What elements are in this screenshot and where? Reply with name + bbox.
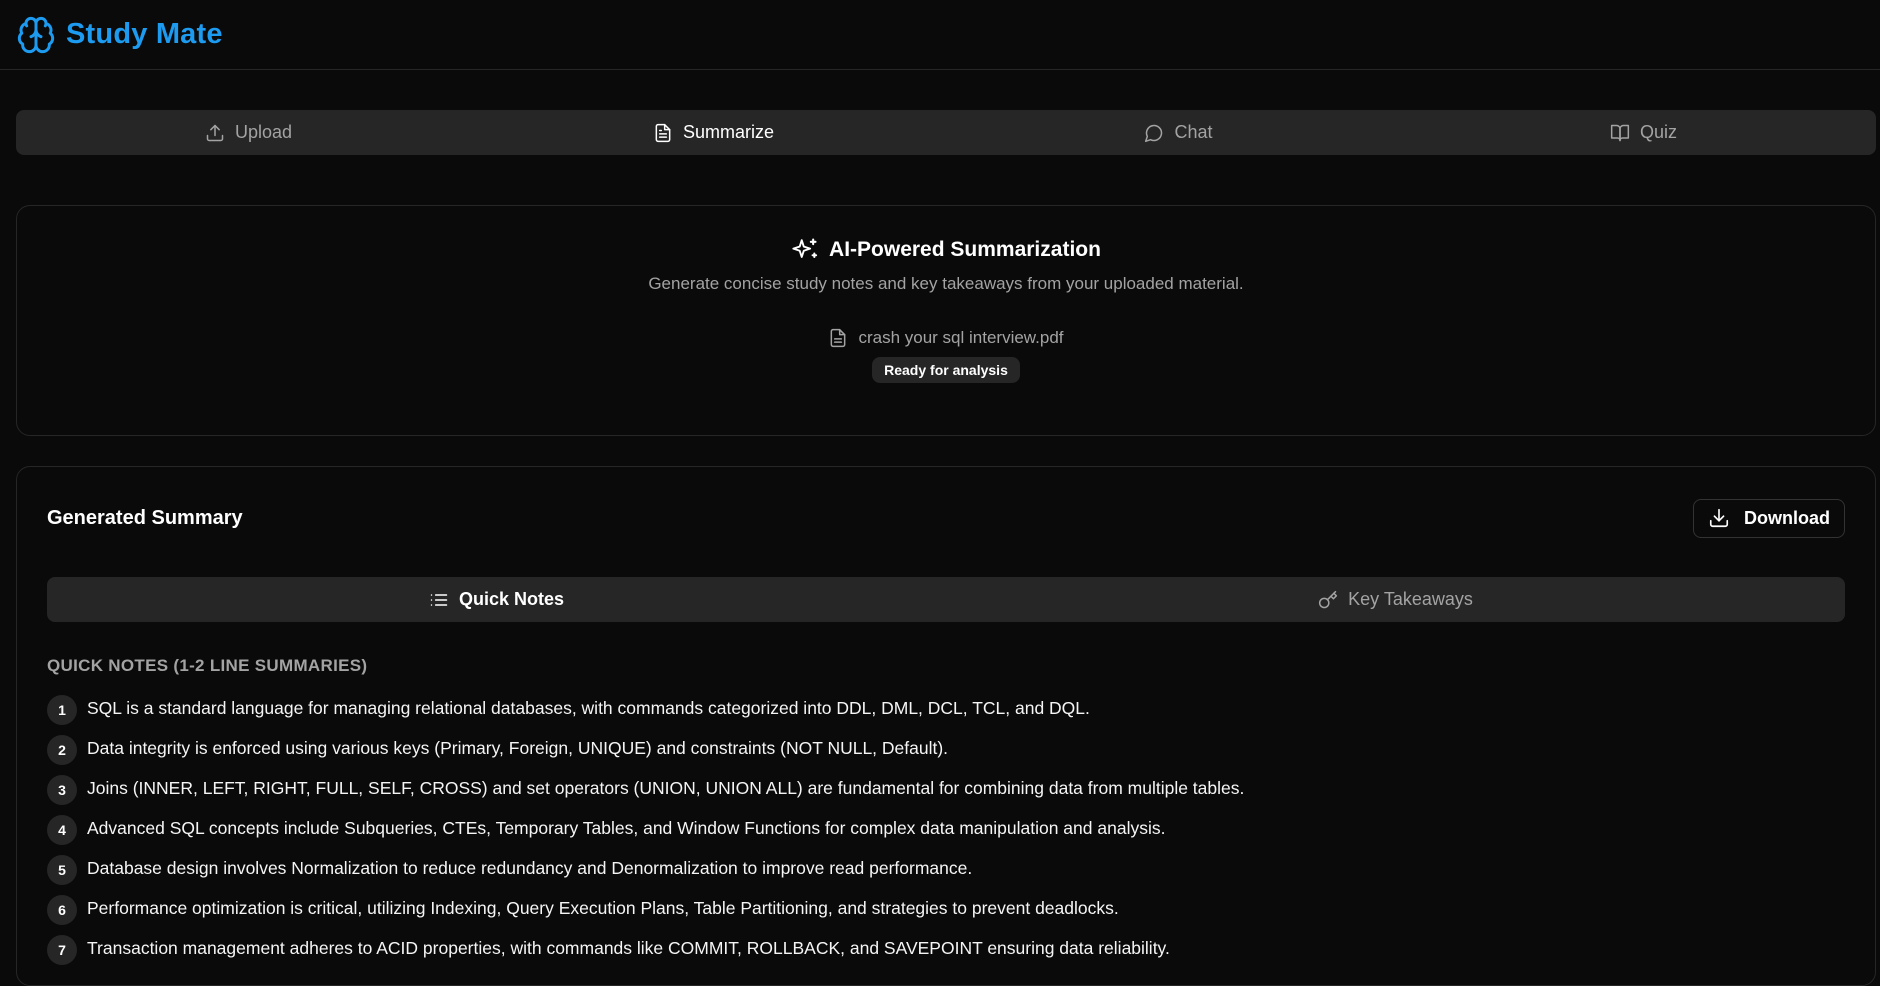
note-item: 2 Data integrity is enforced using variou… — [47, 728, 1845, 768]
tab-quick-notes[interactable]: Quick Notes — [47, 577, 946, 622]
tab-key-takeaways[interactable]: Key Takeaways — [946, 577, 1845, 622]
chat-bubble-icon — [1145, 124, 1163, 142]
file-icon — [831, 328, 846, 348]
tab-quiz[interactable]: Quiz — [1411, 110, 1876, 155]
note-text: Advanced SQL concepts include Subqueries… — [87, 817, 1166, 838]
tab-label: Upload — [234, 122, 293, 142]
note-number: 1 — [47, 695, 77, 725]
summarization-card: AI-Powered Summarization Generate concis… — [16, 205, 1876, 436]
tab-summarize[interactable]: Summarize — [481, 110, 946, 155]
key-icon — [1319, 590, 1338, 608]
app-header: Study Mate — [0, 0, 1880, 70]
note-item: 5 Database design involves Normalization … — [47, 848, 1845, 888]
note-item: 7 Transaction management adheres to ACID … — [47, 928, 1845, 968]
generated-summary-card: Generated Summary Download Quick Notes K… — [16, 466, 1876, 986]
section-label: QUICK NOTES (1-2 LINE SUMMARIES) — [47, 656, 368, 675]
logo[interactable]: Study Mate — [16, 15, 223, 55]
note-number: 2 — [47, 735, 77, 765]
note-text: Data integrity is enforced using various… — [87, 737, 949, 758]
note-number: 7 — [47, 935, 77, 965]
brand-name: Study Mate — [66, 18, 223, 50]
book-open-icon — [1610, 124, 1630, 141]
note-item: 3 Joins (INNER, LEFT, RIGHT, FULL, SELF, … — [47, 768, 1845, 808]
brain-icon — [17, 16, 55, 53]
download-button[interactable]: Download — [1693, 498, 1845, 538]
sparkles-icon — [792, 238, 818, 259]
subtab-label: Key Takeaways — [1348, 589, 1473, 609]
subtab-label: Quick Notes — [458, 589, 565, 609]
file-text-icon — [655, 123, 671, 142]
summarization-title: AI-Powered Summarization — [829, 238, 1101, 261]
note-number: 5 — [47, 855, 77, 885]
note-item: 6 Performance optimization is critical, u… — [47, 888, 1845, 928]
tab-upload[interactable]: Upload — [16, 110, 481, 155]
note-item: 1 SQL is a standard language for managing… — [47, 688, 1845, 728]
summary-title: Generated Summary — [47, 506, 243, 529]
tab-label: Quiz — [1639, 122, 1677, 142]
download-label: Download — [1744, 507, 1830, 528]
file-info: crash your sql interview.pdf — [17, 328, 1875, 348]
note-text: Joins (INNER, LEFT, RIGHT, FULL, SELF, C… — [87, 777, 1245, 798]
summarization-subtitle: Generate concise study notes and key tak… — [648, 274, 1244, 293]
main-tabs: Upload Summarize Chat Quiz — [16, 110, 1876, 155]
summary-header: Generated Summary Download — [47, 467, 1845, 569]
tab-label: Summarize — [682, 122, 775, 142]
list-icon — [430, 593, 448, 606]
status-badge: Ready for analysis — [872, 357, 1020, 383]
note-number: 4 — [47, 815, 77, 845]
quick-notes-list: 1 SQL is a standard language for managing… — [47, 688, 1845, 968]
tab-chat[interactable]: Chat — [946, 110, 1411, 155]
note-text: Transaction management adheres to ACID p… — [87, 937, 1170, 958]
note-text: Performance optimization is critical, ut… — [87, 897, 1119, 918]
summary-tabs: Quick Notes Key Takeaways — [47, 577, 1845, 622]
note-text: Database design involves Normalization t… — [87, 857, 973, 878]
tab-label: Chat — [1174, 122, 1213, 142]
hero-title: AI-Powered Summarization — [17, 236, 1875, 264]
note-item: 4 Advanced SQL concepts include Subquerie… — [47, 808, 1845, 848]
download-icon — [1709, 508, 1729, 528]
file-name: crash your sql interview.pdf — [858, 328, 1064, 347]
note-number: 6 — [47, 895, 77, 925]
upload-icon — [206, 124, 224, 141]
note-text: SQL is a standard language for managing … — [87, 697, 1090, 718]
note-number: 3 — [47, 775, 77, 805]
